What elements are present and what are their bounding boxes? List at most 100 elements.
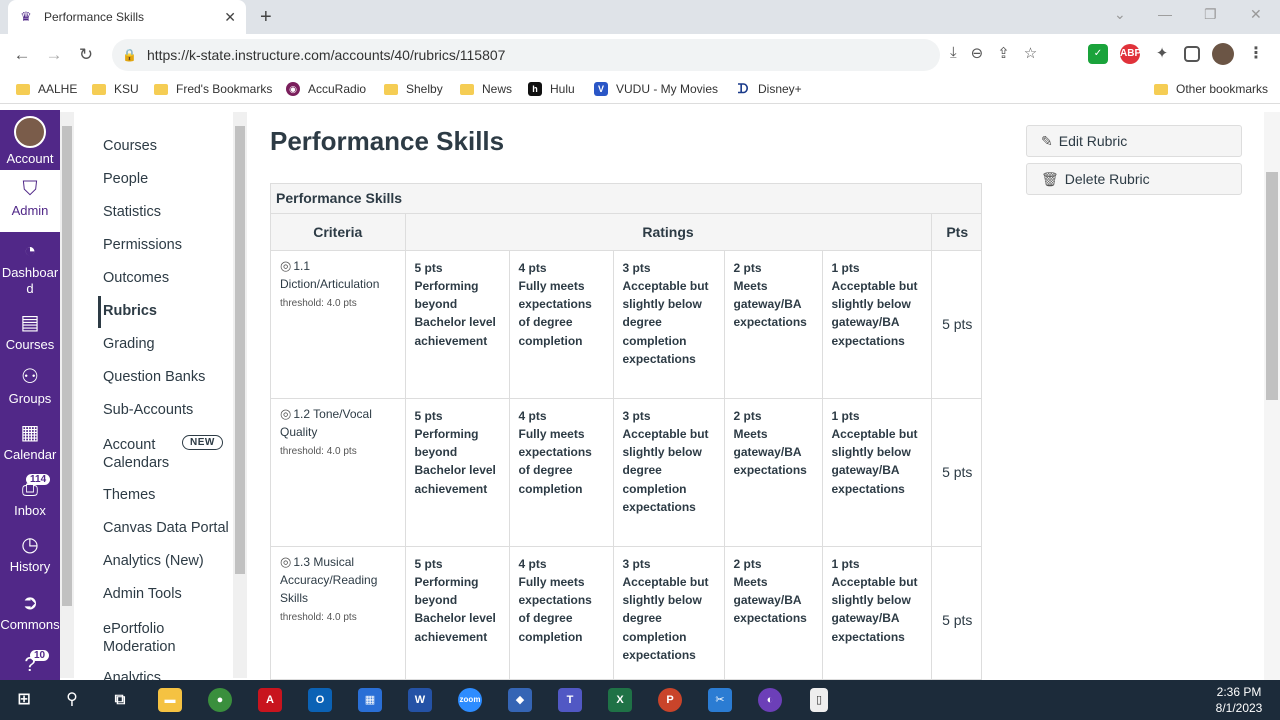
browser-tab[interactable]: ♛ Performance Skills ✕ xyxy=(8,0,246,34)
subnav-scrollbar-thumb[interactable] xyxy=(235,126,245,574)
main-scrollbar-thumb[interactable] xyxy=(1266,172,1278,400)
bookmark-accuradio[interactable]: ◉ AccuRadio xyxy=(286,82,366,96)
rating-cell: 4 pts Fully meets expectations of degree … xyxy=(509,250,614,399)
profile-avatar-icon[interactable] xyxy=(1212,43,1234,65)
global-nav-calendar[interactable]: ▦ Calendar xyxy=(0,422,60,462)
nav-canvas-data-portal[interactable]: Canvas Data Portal xyxy=(103,520,229,536)
nav-courses[interactable]: Courses xyxy=(103,138,157,154)
document-icon[interactable]: ▯ xyxy=(810,688,828,712)
teams-icon[interactable]: T xyxy=(558,688,582,712)
calendar-icon: ▦ xyxy=(20,422,40,444)
nav-themes[interactable]: Themes xyxy=(103,487,155,503)
rating-cell: 4 pts Fully meets expectations of degree … xyxy=(509,546,614,679)
nav-account-calendars[interactable]: Account Calendars xyxy=(103,436,169,472)
global-nav-account[interactable]: Account xyxy=(0,116,60,166)
back-icon[interactable]: ← xyxy=(6,45,38,65)
criterion-name: 1.2 Tone/Vocal Quality xyxy=(280,406,372,439)
nav-scrollbar-thumb[interactable] xyxy=(62,126,72,606)
global-nav-courses[interactable]: ▤ Courses xyxy=(0,312,60,352)
bookmark-news[interactable]: News xyxy=(460,82,512,96)
search-icon[interactable]: ⚲ xyxy=(60,688,84,712)
bookmark-ksu[interactable]: KSU xyxy=(92,82,139,96)
rating-points: 4 pts xyxy=(518,556,547,571)
nav-eportfolio-moderation[interactable]: ePortfolio Moderation xyxy=(103,620,176,656)
close-window-icon[interactable]: ✕ xyxy=(1250,6,1262,23)
edit-rubric-button[interactable]: ✎ Edit Rubric xyxy=(1026,125,1242,157)
bookmark-hulu[interactable]: h Hulu xyxy=(528,82,575,96)
new-tab-icon[interactable]: + xyxy=(260,6,272,29)
bookmark-shelby[interactable]: Shelby xyxy=(384,82,443,96)
nav-people[interactable]: People xyxy=(103,171,148,187)
criterion-points: 5 pts xyxy=(931,250,981,399)
nav-question-banks[interactable]: Question Banks xyxy=(103,369,205,385)
url-omnibox[interactable]: 🔒 https://k-state.instructure.com/accoun… xyxy=(112,39,940,71)
rating-description: Acceptable but slightly below degree com… xyxy=(622,574,709,662)
adblock-extension-icon[interactable]: ABP xyxy=(1120,44,1141,64)
global-nav-dashboard[interactable]: ◔ Dashboar d xyxy=(0,240,60,297)
install-icon[interactable]: ⤓ xyxy=(950,44,957,62)
nav-rubrics[interactable]: Rubrics xyxy=(103,303,157,319)
accuradio-icon: ◉ xyxy=(286,82,300,96)
word-icon[interactable]: W xyxy=(408,688,432,712)
tab-title: Performance Skills xyxy=(44,10,145,24)
global-nav-admin[interactable]: ⛉ Admin xyxy=(0,170,60,232)
media-app-icon[interactable]: ◐ xyxy=(758,688,782,712)
zoom-app-icon[interactable]: zoom xyxy=(458,688,482,712)
outcome-target-icon: ◎ xyxy=(280,405,292,421)
rating-description: Fully meets expectations of degree compl… xyxy=(518,426,592,496)
shield-icon: ⛉ xyxy=(22,178,38,200)
global-nav-groups[interactable]: ⚇ Groups xyxy=(0,366,60,406)
nav-grading[interactable]: Grading xyxy=(103,336,155,352)
task-view-icon[interactable]: ⧉ xyxy=(108,688,132,712)
page-title: Performance Skills xyxy=(270,126,505,156)
system-clock[interactable]: 2:36 PM 8/1/2023 xyxy=(1206,684,1272,716)
rating-points: 2 pts xyxy=(733,556,762,571)
bookmark-aalhe[interactable]: AALHE xyxy=(16,82,77,96)
rating-description: Acceptable but slightly below degree com… xyxy=(622,278,709,366)
restore-icon[interactable]: ❐ xyxy=(1204,6,1217,23)
store-icon[interactable]: ▦ xyxy=(358,688,382,712)
rating-points: 1 pts xyxy=(831,260,860,275)
global-nav-commons[interactable]: ➲ Commons xyxy=(0,592,60,632)
outlook-icon[interactable]: O xyxy=(308,688,332,712)
excel-icon[interactable]: X xyxy=(608,688,632,712)
checkmark-extension-icon[interactable]: ✓ xyxy=(1088,44,1108,64)
nav-analytics[interactable]: Analytics xyxy=(103,670,223,680)
acrobat-icon[interactable]: A xyxy=(258,688,282,712)
side-panel-icon[interactable] xyxy=(1184,46,1200,62)
minimize-icon[interactable]: — xyxy=(1158,6,1172,22)
bookmark-freds[interactable]: Fred's Bookmarks xyxy=(154,82,272,96)
delete-rubric-button[interactable]: 🗑 Delete Rubric xyxy=(1026,163,1242,195)
windows-start-icon[interactable]: ⊞ xyxy=(12,688,36,712)
rubric-title: Performance Skills xyxy=(271,184,981,214)
nav-sub-accounts[interactable]: Sub-Accounts xyxy=(103,402,193,418)
vudu-icon: V xyxy=(594,82,608,96)
zoom-icon[interactable]: ⊖ xyxy=(971,44,984,62)
forward-icon[interactable]: → xyxy=(38,45,70,65)
nav-outcomes[interactable]: Outcomes xyxy=(103,270,169,286)
nav-permissions[interactable]: Permissions xyxy=(103,237,182,253)
address-bar-row: ← → ↻ 🔒 https://k-state.instructure.com/… xyxy=(0,34,1280,76)
nav-statistics[interactable]: Statistics xyxy=(103,204,161,220)
chrome-icon[interactable]: ● xyxy=(208,688,232,712)
bookmark-other[interactable]: Other bookmarks xyxy=(1154,82,1268,96)
global-nav-history[interactable]: ◷ History xyxy=(0,534,60,574)
rating-points: 4 pts xyxy=(518,408,547,423)
share-icon[interactable]: ⇪ xyxy=(997,44,1010,62)
vpn-icon[interactable]: ◆ xyxy=(508,688,532,712)
powerpoint-icon[interactable]: P xyxy=(658,688,682,712)
extensions-puzzle-icon[interactable]: ✦ xyxy=(1152,44,1172,64)
reload-icon[interactable]: ↻ xyxy=(70,45,102,65)
nav-admin-tools[interactable]: Admin Tools xyxy=(103,586,182,602)
snipping-tool-icon[interactable]: ✂ xyxy=(708,688,732,712)
bookmark-disney[interactable]: ᗪ Disney+ xyxy=(736,82,802,97)
kebab-menu-icon[interactable]: ⋮ xyxy=(1246,44,1266,64)
close-tab-icon[interactable]: ✕ xyxy=(224,9,236,26)
tab-search-chevron-icon[interactable]: ⌄ xyxy=(1114,6,1126,23)
folder-icon xyxy=(16,83,30,95)
nav-analytics-new[interactable]: Analytics (New) xyxy=(103,553,204,569)
file-explorer-icon[interactable]: ▬ xyxy=(158,688,182,712)
rating-description: Performing beyond Bachelor level achieve… xyxy=(414,574,496,644)
bookmark-star-icon[interactable]: ☆ xyxy=(1024,44,1037,62)
bookmark-vudu[interactable]: V VUDU - My Movies xyxy=(594,82,718,96)
